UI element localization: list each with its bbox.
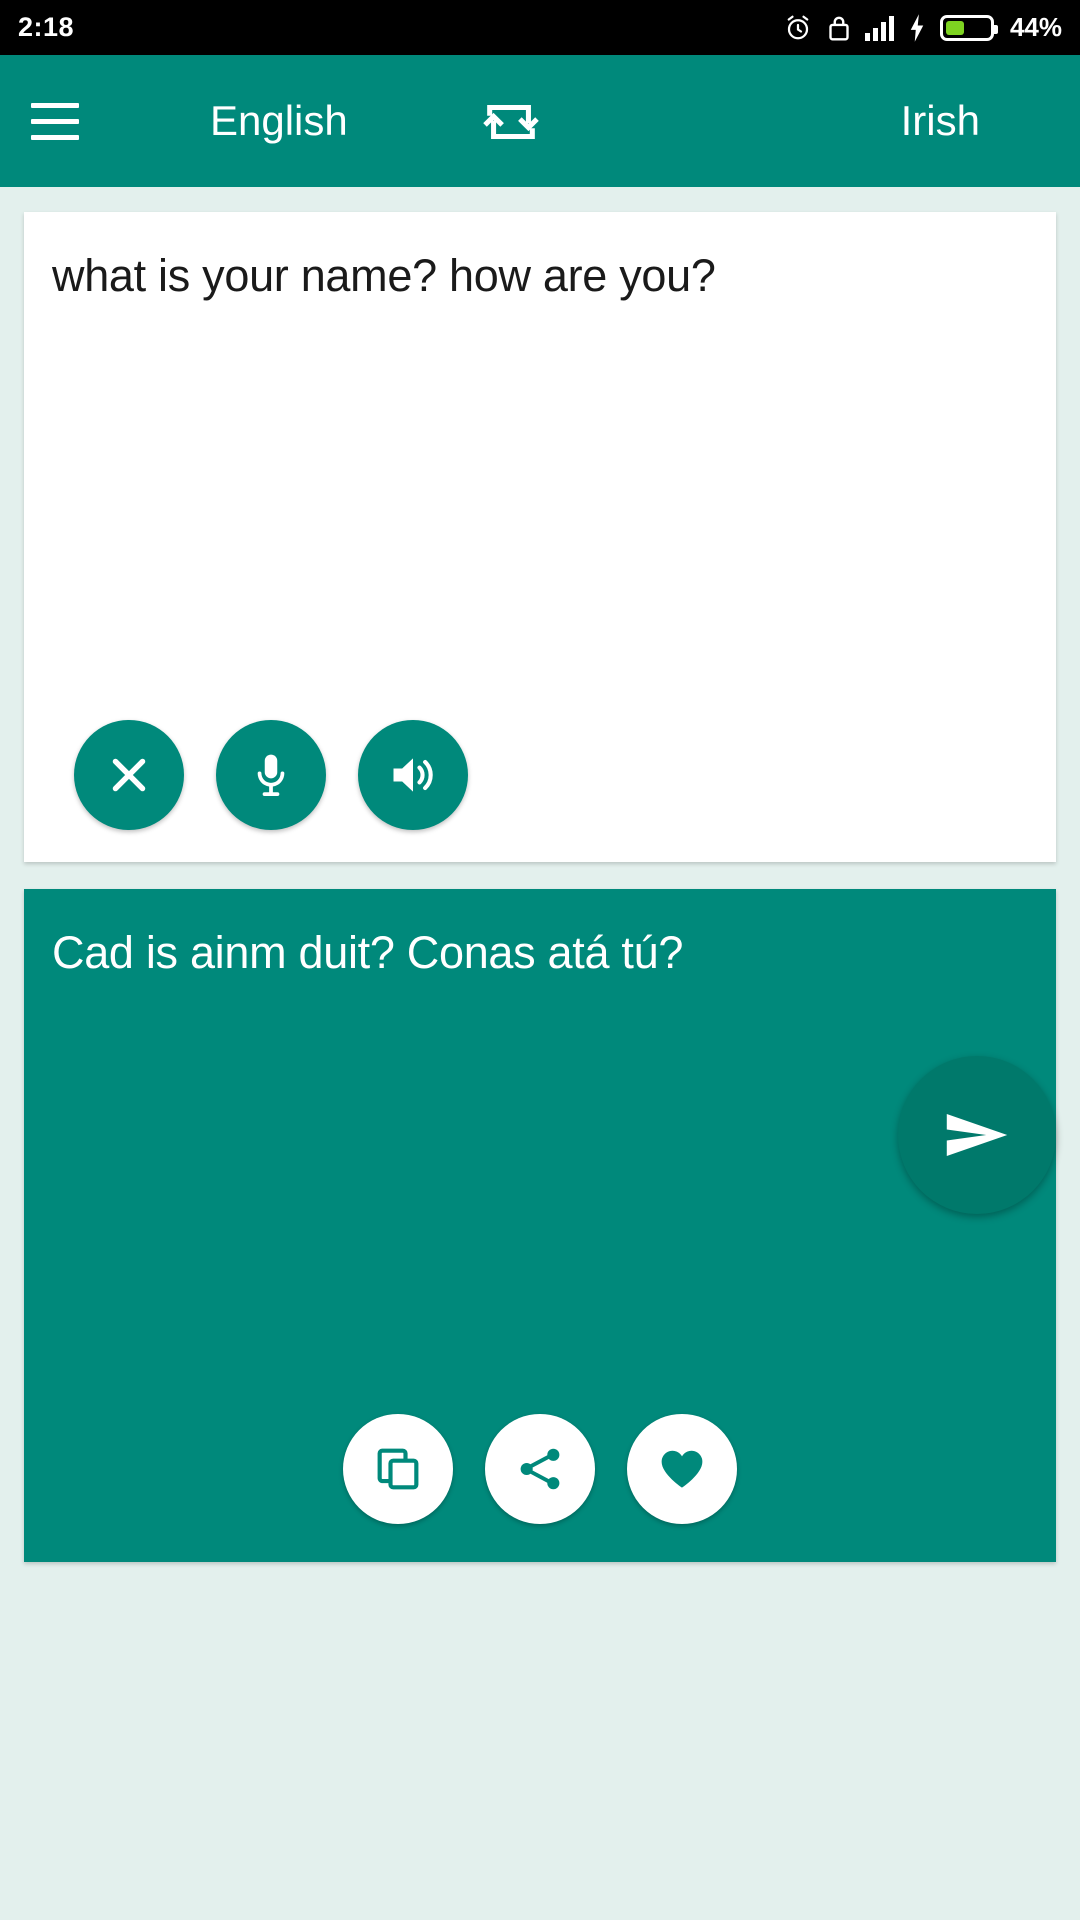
charging-icon [907, 13, 927, 43]
target-language-selector[interactable]: Irish [901, 97, 980, 145]
app-bar: English Irish [0, 55, 1080, 187]
signal-icon [864, 15, 894, 41]
alarm-icon [783, 13, 813, 43]
swap-icon [483, 104, 539, 140]
status-icons: 44% [783, 12, 1062, 43]
swap-languages-button[interactable] [478, 89, 544, 155]
volume-icon [393, 758, 433, 792]
status-clock: 2:18 [18, 12, 75, 42]
source-text-input[interactable]: what is your name? how are you? [24, 212, 1056, 304]
battery-percent: 44% [1009, 12, 1062, 42]
share-icon [520, 1448, 560, 1490]
microphone-icon [257, 754, 285, 797]
target-actions [24, 1414, 1056, 1524]
heart-icon [661, 1450, 703, 1488]
copy-button[interactable] [343, 1414, 453, 1524]
source-actions [74, 720, 468, 830]
copy-icon [377, 1448, 419, 1490]
share-button[interactable] [485, 1414, 595, 1524]
favorite-button[interactable] [627, 1414, 737, 1524]
clear-button[interactable] [74, 720, 184, 830]
source-text-card[interactable]: what is your name? how are you? [24, 212, 1056, 862]
translated-text: Cad is ainm duit? Conas atá tú? [52, 927, 684, 978]
close-icon [112, 758, 146, 792]
status-bar: 2:18 44% [0, 0, 1080, 55]
battery-icon [939, 14, 998, 41]
send-icon [946, 1114, 1008, 1156]
translate-send-button[interactable] [898, 1056, 1056, 1214]
translation-content: what is your name? how are you? Cad is a… [0, 212, 1080, 1562]
target-text-card[interactable]: Cad is ainm duit? Conas atá tú? [24, 889, 1056, 1562]
menu-button[interactable] [0, 55, 110, 187]
menu-icon-line [31, 118, 79, 124]
lock-icon [826, 13, 852, 43]
speak-button[interactable] [358, 720, 468, 830]
source-language-selector[interactable]: English [210, 97, 348, 145]
menu-icon-line [31, 102, 79, 108]
menu-icon-line [31, 134, 79, 140]
microphone-button[interactable] [216, 720, 326, 830]
